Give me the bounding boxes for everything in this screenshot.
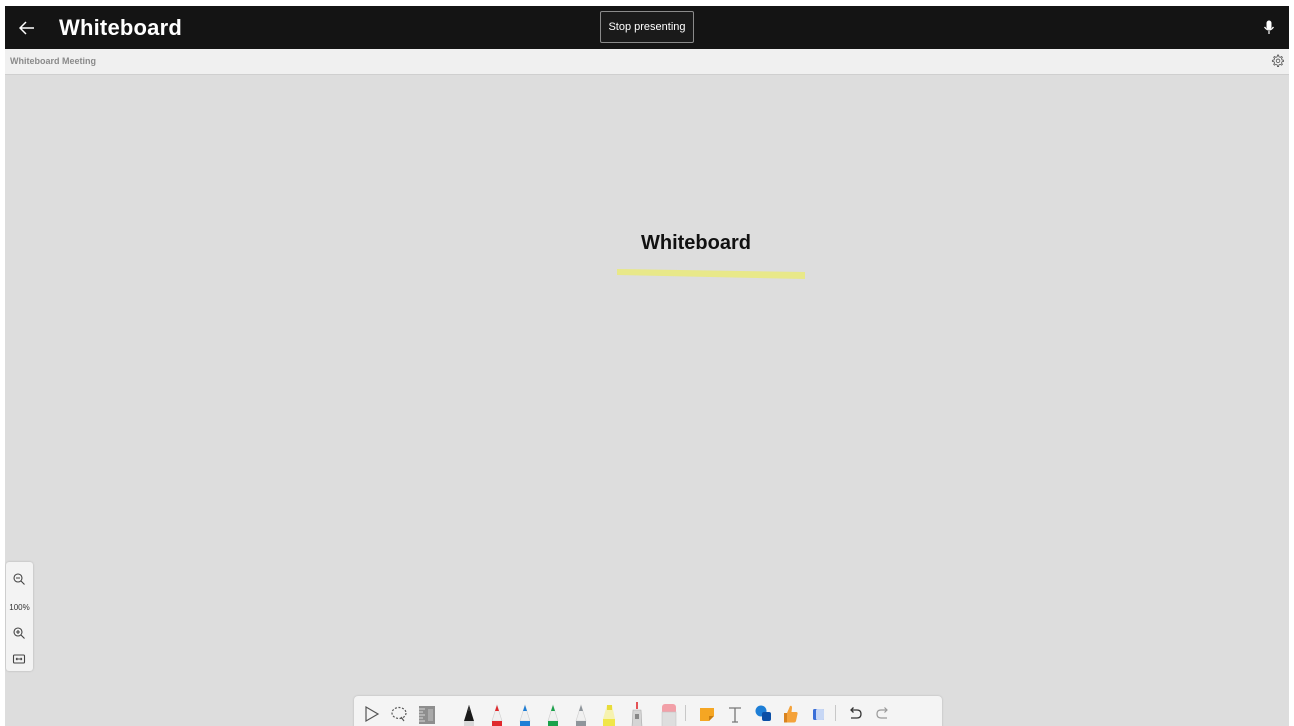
arrow-left-icon [19,21,34,35]
text-tool-button[interactable] [724,701,746,726]
pen-icon [491,703,503,726]
lasso-icon [391,706,407,722]
text-icon [729,707,741,723]
sticker-icon [813,709,824,720]
undo-icon [850,707,862,719]
fit-screen-icon [12,654,26,664]
ruler-icon [419,706,435,724]
app-title: Whiteboard [59,15,182,40]
top-bar: Whiteboard Stop presenting [5,6,1289,49]
toolbar-divider [685,705,686,721]
fit-screen-button[interactable] [12,652,26,666]
pen-red-button[interactable] [486,701,508,726]
stop-presenting-button[interactable]: Stop presenting [600,11,694,43]
laser-pointer-icon [631,702,643,726]
zoom-out-icon [13,573,25,585]
highlighter-yellow-button[interactable] [598,701,620,726]
pen-blue-button[interactable] [514,701,536,726]
redo-button[interactable] [872,701,894,726]
lasso-tool-button[interactable] [388,701,410,726]
meeting-name: Whiteboard Meeting [10,56,96,66]
shapes-button[interactable] [752,701,774,726]
reactions-button[interactable] [780,701,802,726]
settings-button[interactable] [1271,54,1285,68]
microphone-button[interactable] [1260,18,1278,38]
pen-icon [547,703,559,726]
drawing-toolbar [354,696,942,726]
sticky-note-button[interactable] [696,701,718,726]
undo-button[interactable] [844,701,866,726]
pointer-icon [365,705,380,723]
shapes-icon [755,705,771,721]
zoom-out-button[interactable] [12,572,26,586]
highlighter-icon [603,705,615,726]
highlighter-stroke[interactable] [615,265,807,281]
laser-pointer-button[interactable] [626,701,648,726]
zoom-level: 100% [9,603,30,612]
stickers-button[interactable] [808,701,830,726]
redo-icon [876,707,888,719]
pen-green-button[interactable] [542,701,564,726]
pen-icon [464,705,474,726]
meeting-bar: Whiteboard Meeting [5,49,1289,75]
ruler-tool-button[interactable] [416,701,438,726]
eraser-icon [661,704,677,726]
pen-black-button[interactable] [458,701,480,726]
pen-icon [575,703,587,726]
microphone-icon [1263,20,1275,34]
toolbar-divider [835,705,836,721]
sticky-note-icon [700,708,714,721]
select-tool-button[interactable] [360,701,382,726]
pen-icon [519,703,531,726]
eraser-button[interactable] [658,701,680,726]
pen-gray-button[interactable] [570,701,592,726]
canvas-text[interactable]: Whiteboard [641,232,751,255]
zoom-in-button[interactable] [12,626,26,640]
back-button[interactable] [15,16,39,40]
thumbs-up-icon [784,705,798,723]
whiteboard-canvas[interactable]: Whiteboard 100% [5,75,1289,726]
gear-icon [1271,54,1285,67]
app-window: Whiteboard Stop presenting Whiteboard Me… [5,6,1289,726]
zoom-panel: 100% [6,562,33,671]
zoom-in-icon [13,627,25,639]
